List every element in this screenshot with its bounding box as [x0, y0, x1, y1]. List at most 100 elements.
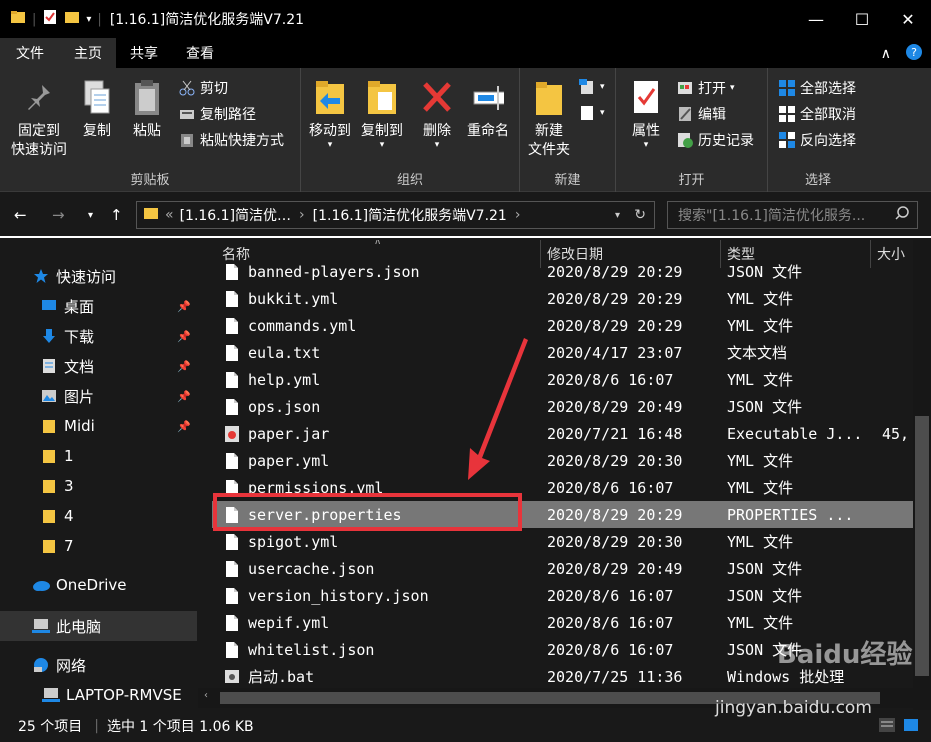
- select-all-button[interactable]: 全部选择: [778, 78, 856, 98]
- pin-quick-access-button[interactable]: 固定到 快速访问: [8, 78, 70, 160]
- up-button[interactable]: ↑: [110, 206, 123, 224]
- forward-button[interactable]: →: [52, 206, 65, 224]
- title-bar: | ▾ | [1.16.1]简洁优化服务端V7.21 — ☐ ✕: [0, 0, 931, 38]
- properties-icon[interactable]: [42, 9, 58, 29]
- sidebar-item-laptop[interactable]: LAPTOP-RMVSE: [0, 680, 197, 710]
- sidebar-item-quick-access[interactable]: 快速访问: [0, 261, 197, 291]
- file-type: YML 文件: [727, 533, 794, 551]
- open-group-label: 打开: [678, 173, 705, 188]
- table-row[interactable]: eula.txt 2020/4/17 23:07 文本文档: [212, 339, 913, 366]
- sidebar-item-3[interactable]: 3: [0, 471, 197, 501]
- star-icon: [32, 267, 50, 285]
- move-to-icon: [314, 78, 346, 118]
- file-type: JSON 文件: [727, 560, 803, 578]
- address-dropdown-icon[interactable]: ▾: [615, 210, 620, 221]
- file-type: JSON 文件: [727, 263, 803, 281]
- file-type: Executable J...: [727, 424, 863, 443]
- paste-shortcut-button[interactable]: 粘贴快捷方式: [178, 130, 284, 150]
- properties-button[interactable]: 属性 ▾: [624, 78, 668, 150]
- history-icon: [676, 131, 694, 149]
- document-icon: [40, 357, 58, 375]
- tab-view[interactable]: 查看: [172, 38, 228, 68]
- separator: |: [97, 11, 102, 27]
- open-button[interactable]: 打开 ▾: [676, 78, 735, 98]
- sidebar-item-pictures[interactable]: 图片 📌: [0, 381, 197, 411]
- file-date: 2020/8/6 16:07: [547, 613, 674, 632]
- recent-locations-button[interactable]: ▾: [88, 210, 93, 221]
- pin-icon[interactable]: 📌: [177, 420, 191, 433]
- maximize-button[interactable]: ☐: [839, 0, 885, 38]
- copy-path-button[interactable]: 复制路径: [178, 104, 256, 124]
- address-bar[interactable]: « [1.16.1]简洁优… › [1.16.1]简洁优化服务端V7.21 › …: [136, 201, 655, 229]
- sidebar-item-onedrive[interactable]: OneDrive: [0, 570, 197, 600]
- delete-button[interactable]: 删除 ▾: [417, 78, 457, 150]
- table-row[interactable]: usercache.json 2020/8/29 20:49 JSON 文件: [212, 555, 913, 582]
- breadcrumb-parent[interactable]: [1.16.1]简洁优…: [180, 205, 291, 225]
- back-button[interactable]: ←: [14, 206, 27, 224]
- invert-selection-button[interactable]: 反向选择: [778, 130, 856, 150]
- sidebar-item-4[interactable]: 4: [0, 501, 197, 531]
- sidebar-item-7[interactable]: 7: [0, 531, 197, 561]
- new-item-button[interactable]: ▾: [578, 78, 605, 96]
- copy-to-button[interactable]: 复制到 ▾: [357, 78, 407, 150]
- sidebar-item-this-pc[interactable]: 此电脑: [0, 611, 197, 641]
- paste-button[interactable]: 粘贴: [126, 78, 168, 141]
- file-type: YML 文件: [727, 371, 794, 389]
- refresh-icon[interactable]: ↻: [634, 207, 646, 223]
- copy-button[interactable]: 复制: [76, 78, 118, 141]
- file-name: help.yml: [248, 370, 321, 389]
- search-input[interactable]: 搜索"[1.16.1]简洁优化服务...: [667, 201, 918, 229]
- pin-icon[interactable]: 📌: [177, 390, 191, 403]
- computer-icon: [32, 617, 50, 635]
- move-to-button[interactable]: 移动到 ▾: [305, 78, 355, 150]
- table-row[interactable]: commands.yml 2020/8/29 20:29 YML 文件: [212, 312, 913, 339]
- scroll-left-icon[interactable]: ‹: [204, 690, 208, 701]
- breadcrumb-overflow[interactable]: «: [165, 207, 174, 223]
- sidebar-item-documents[interactable]: 文档 📌: [0, 351, 197, 381]
- new-folder-button[interactable]: 新建 文件夹: [524, 78, 574, 160]
- table-row[interactable]: version_history.json 2020/8/6 16:07 JSON 文…: [212, 582, 913, 609]
- copy-to-icon: [366, 78, 398, 118]
- file-date: 2020/7/21 16:48: [547, 424, 683, 443]
- sidebar-item-midi[interactable]: Midi 📌: [0, 411, 197, 441]
- sidebar-item-desktop[interactable]: 桌面 📌: [0, 291, 197, 321]
- file-type: JSON 文件: [727, 398, 803, 416]
- pin-icon[interactable]: 📌: [177, 330, 191, 343]
- table-row[interactable]: paper.jar 2020/7/21 16:48 Executable J... 4…: [212, 420, 913, 447]
- table-row[interactable]: spigot.yml 2020/8/29 20:30 YML 文件: [212, 528, 913, 555]
- rename-button[interactable]: 重命名: [461, 78, 515, 141]
- breadcrumb-current[interactable]: [1.16.1]简洁优化服务端V7.21: [313, 205, 507, 225]
- rename-icon: [472, 78, 504, 118]
- select-none-button[interactable]: 全部取消: [778, 104, 856, 124]
- table-row[interactable]: bukkit.yml 2020/8/29 20:29 YML 文件: [212, 285, 913, 312]
- pin-icon[interactable]: 📌: [177, 360, 191, 373]
- tab-share[interactable]: 共享: [116, 38, 172, 68]
- easy-access-button[interactable]: ▾: [578, 104, 605, 122]
- sidebar-item-network[interactable]: 网络: [0, 650, 197, 680]
- file-type: PROPERTIES ...: [727, 505, 854, 524]
- collapse-ribbon-icon[interactable]: ∧: [881, 46, 891, 62]
- table-row[interactable]: ops.json 2020/8/29 20:49 JSON 文件: [212, 393, 913, 420]
- breadcrumb-separator[interactable]: ›: [515, 207, 521, 223]
- new-item-icon: [578, 78, 596, 96]
- scissors-icon: [178, 79, 196, 97]
- file-name: wepif.yml: [248, 613, 330, 632]
- sidebar-item-1[interactable]: 1: [0, 441, 197, 471]
- table-row[interactable]: help.yml 2020/8/6 16:07 YML 文件: [212, 366, 913, 393]
- file-name: version_history.json: [248, 586, 429, 605]
- sidebar-item-downloads[interactable]: 下载 📌: [0, 321, 197, 351]
- table-row[interactable]: banned-players.json 2020/8/29 20:29 JSON 文…: [212, 258, 913, 285]
- cut-button[interactable]: 剪切: [178, 78, 228, 98]
- history-button[interactable]: 历史记录: [676, 130, 754, 150]
- new-folder-icon[interactable]: [64, 9, 80, 29]
- customize-quick-access-icon[interactable]: ▾: [86, 14, 91, 25]
- close-button[interactable]: ✕: [885, 0, 931, 38]
- pin-icon[interactable]: 📌: [177, 300, 191, 313]
- tab-file[interactable]: 文件: [0, 38, 60, 68]
- table-row[interactable]: paper.yml 2020/8/29 20:30 YML 文件: [212, 447, 913, 474]
- minimize-button[interactable]: —: [793, 0, 839, 38]
- breadcrumb-separator[interactable]: ›: [299, 207, 305, 223]
- edit-button[interactable]: 编辑: [676, 104, 726, 124]
- tab-home[interactable]: 主页: [60, 38, 116, 68]
- help-icon[interactable]: ?: [905, 43, 923, 65]
